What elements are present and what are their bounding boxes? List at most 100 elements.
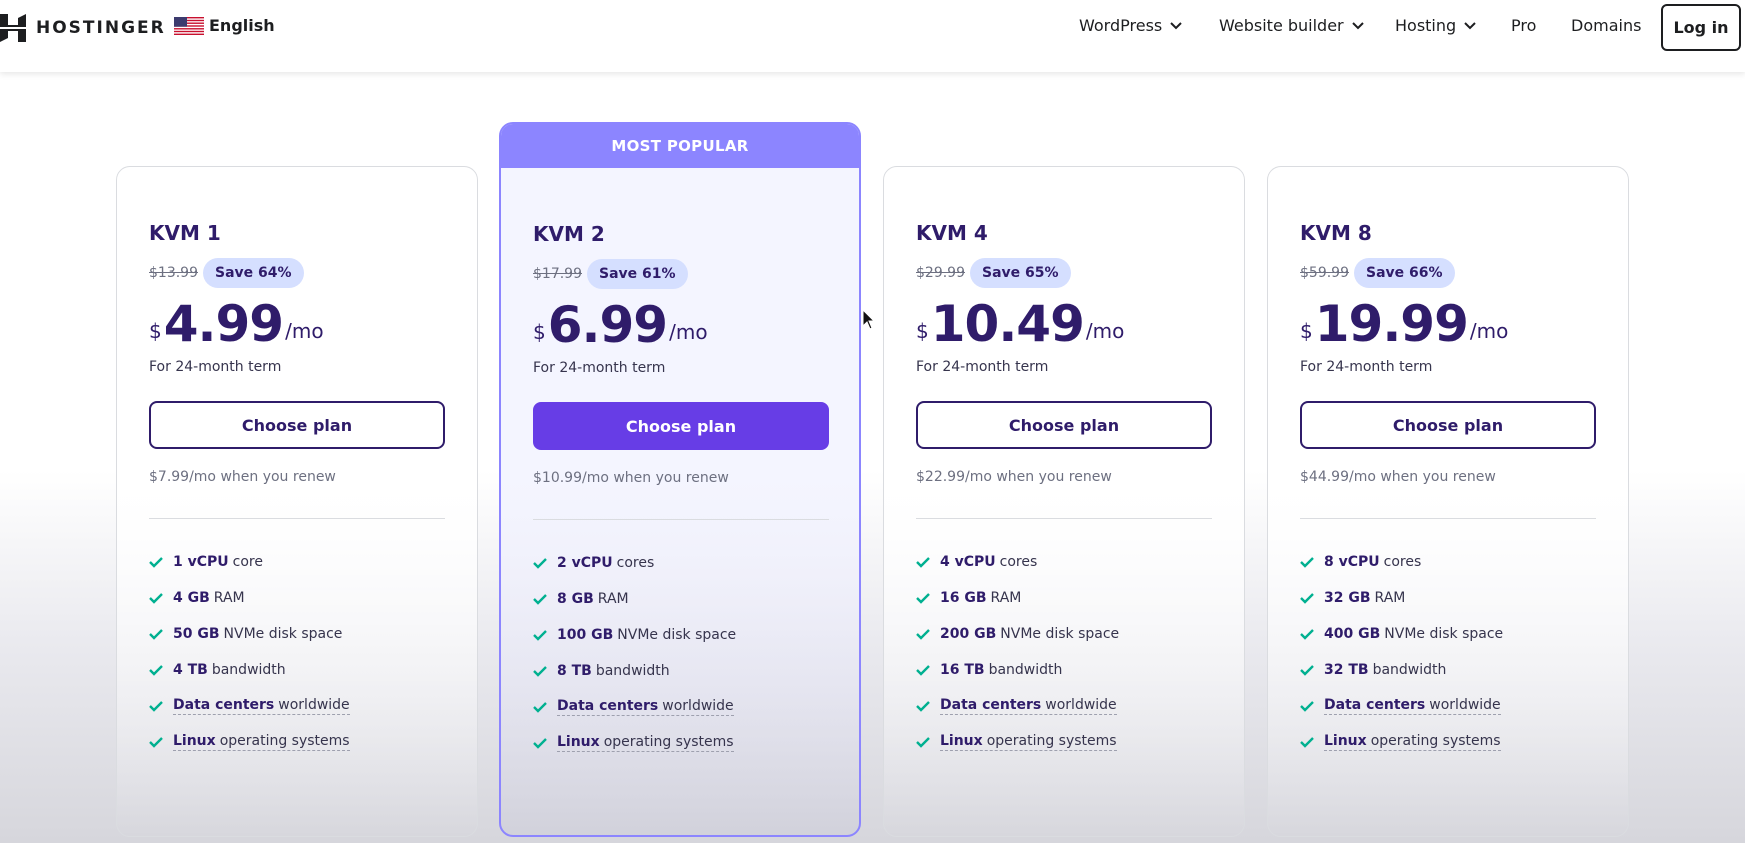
choose-plan-button[interactable]: Choose plan xyxy=(533,402,829,450)
nav-website-builder[interactable]: Website builder xyxy=(1219,16,1364,35)
feature-item: 8 GB RAM xyxy=(533,581,829,617)
price-period: /mo xyxy=(1469,319,1509,343)
currency-symbol: $ xyxy=(1300,319,1313,343)
nav-wordpress[interactable]: WordPress xyxy=(1079,16,1182,35)
nav-label: WordPress xyxy=(1079,16,1163,35)
choose-plan-button[interactable]: Choose plan xyxy=(1300,401,1596,449)
chevron-down-icon xyxy=(1170,21,1182,29)
feature-list: 4 vCPU cores 16 GB RAM 200 GB NVMe disk spa… xyxy=(916,544,1212,760)
feature-label: RAM xyxy=(990,590,1022,606)
most-popular-badge: MOST POPULAR xyxy=(501,124,859,168)
check-icon xyxy=(916,737,930,748)
check-icon xyxy=(533,558,547,569)
feature-item-linux[interactable]: Linux operating systems xyxy=(916,724,1212,760)
login-button[interactable]: Log in xyxy=(1661,4,1741,51)
feature-tooltip-trigger[interactable]: Data centers worldwide xyxy=(557,698,734,716)
feature-list: 1 vCPU core 4 GB RAM 50 GB NVMe disk space … xyxy=(149,544,445,760)
nav-hosting[interactable]: Hosting xyxy=(1395,16,1476,35)
choose-plan-button[interactable]: Choose plan xyxy=(916,401,1212,449)
feature-tooltip-trigger[interactable]: Data centers worldwide xyxy=(1324,697,1501,715)
us-flag-icon xyxy=(174,16,204,35)
currency-symbol: $ xyxy=(533,320,546,344)
check-icon xyxy=(149,737,163,748)
check-icon xyxy=(916,629,930,640)
check-icon xyxy=(533,702,547,713)
feature-label: cores xyxy=(1383,554,1422,570)
feature-value: 32 GB xyxy=(1324,590,1371,606)
nav-label: Hosting xyxy=(1395,16,1457,35)
old-price: $29.99 xyxy=(916,265,965,281)
check-icon xyxy=(149,557,163,568)
feature-value: Data centers xyxy=(1324,697,1426,713)
feature-value: Data centers xyxy=(173,697,275,713)
feature-item: 100 GB NVMe disk space xyxy=(533,617,829,653)
plan-name: KVM 2 xyxy=(533,222,605,246)
renew-price-text: $22.99/mo when you renew xyxy=(916,469,1112,485)
hostinger-logo[interactable]: HOSTINGER xyxy=(0,14,166,42)
feature-item-data-centers[interactable]: Data centers worldwide xyxy=(149,688,445,724)
plan-card-kvm-8: KVM 8 $59.99 Save 66% $ 19.99 /mo For 24… xyxy=(1267,166,1629,837)
price-period: /mo xyxy=(669,320,708,344)
check-icon xyxy=(1300,593,1314,604)
feature-label: operating systems xyxy=(986,733,1117,749)
nav-label: Pro xyxy=(1511,16,1537,35)
check-icon xyxy=(149,593,163,604)
feature-tooltip-trigger[interactable]: Data centers worldwide xyxy=(940,697,1117,715)
renew-price-text: $44.99/mo when you renew xyxy=(1300,469,1496,485)
feature-value: Linux xyxy=(940,733,983,749)
feature-item: 400 GB NVMe disk space xyxy=(1300,616,1596,652)
feature-value: 8 vCPU xyxy=(1324,554,1380,570)
plan-name: KVM 4 xyxy=(916,221,988,245)
feature-item: 4 vCPU cores xyxy=(916,544,1212,580)
feature-item-data-centers[interactable]: Data centers worldwide xyxy=(533,689,829,725)
check-icon xyxy=(916,701,930,712)
feature-label: worldwide xyxy=(662,698,734,714)
feature-item: 4 GB RAM xyxy=(149,580,445,616)
feature-label: operating systems xyxy=(219,733,350,749)
feature-tooltip-trigger[interactable]: Data centers worldwide xyxy=(173,697,350,715)
term-text: For 24-month term xyxy=(533,360,666,376)
price-amount: 4.99 xyxy=(163,295,284,353)
price-amount: 10.49 xyxy=(930,295,1085,353)
check-icon xyxy=(533,594,547,605)
feature-label: cores xyxy=(999,554,1038,570)
nav-pro[interactable]: Pro xyxy=(1511,16,1536,35)
feature-value: 8 TB xyxy=(557,663,592,679)
feature-tooltip-trigger[interactable]: Linux operating systems xyxy=(557,734,734,752)
feature-item-data-centers[interactable]: Data centers worldwide xyxy=(916,688,1212,724)
feature-item-linux[interactable]: Linux operating systems xyxy=(1300,724,1596,760)
feature-label: worldwide xyxy=(1045,697,1117,713)
check-icon xyxy=(916,593,930,604)
nav-domains[interactable]: Domains xyxy=(1571,16,1641,35)
feature-label: bandwidth xyxy=(211,662,286,678)
language-selector[interactable]: English xyxy=(174,16,275,35)
price: $ 6.99 /mo xyxy=(533,300,829,350)
check-icon xyxy=(1300,629,1314,640)
old-price: $17.99 xyxy=(533,266,582,282)
feature-value: 400 GB xyxy=(1324,626,1381,642)
choose-plan-button[interactable]: Choose plan xyxy=(149,401,445,449)
feature-item-linux[interactable]: Linux operating systems xyxy=(149,724,445,760)
feature-label: operating systems xyxy=(1370,733,1501,749)
feature-tooltip-trigger[interactable]: Linux operating systems xyxy=(940,733,1117,751)
feature-value: 100 GB xyxy=(557,627,614,643)
feature-value: 8 GB xyxy=(557,591,594,607)
divider xyxy=(149,518,445,519)
price: $ 19.99 /mo xyxy=(1300,299,1596,349)
feature-list: 8 vCPU cores 32 GB RAM 400 GB NVMe disk spa… xyxy=(1300,544,1596,760)
feature-tooltip-trigger[interactable]: Linux operating systems xyxy=(173,733,350,751)
feature-value: Data centers xyxy=(557,698,659,714)
chevron-down-icon xyxy=(1464,21,1476,29)
plan-card-kvm-1: KVM 1 $13.99 Save 64% $ 4.99 /mo For 24-… xyxy=(116,166,478,837)
feature-value: 1 vCPU xyxy=(173,554,229,570)
plan-card-kvm-4: KVM 4 $29.99 Save 65% $ 10.49 /mo For 24… xyxy=(883,166,1245,837)
feature-tooltip-trigger[interactable]: Linux operating systems xyxy=(1324,733,1501,751)
feature-item-linux[interactable]: Linux operating systems xyxy=(533,725,829,761)
feature-label: NVMe disk space xyxy=(617,627,737,643)
feature-item: 2 vCPU cores xyxy=(533,545,829,581)
feature-item-data-centers[interactable]: Data centers worldwide xyxy=(1300,688,1596,724)
feature-item: 32 TB bandwidth xyxy=(1300,652,1596,688)
check-icon xyxy=(149,665,163,676)
plan-name: KVM 8 xyxy=(1300,221,1372,245)
logo-wordmark: HOSTINGER xyxy=(36,18,166,38)
